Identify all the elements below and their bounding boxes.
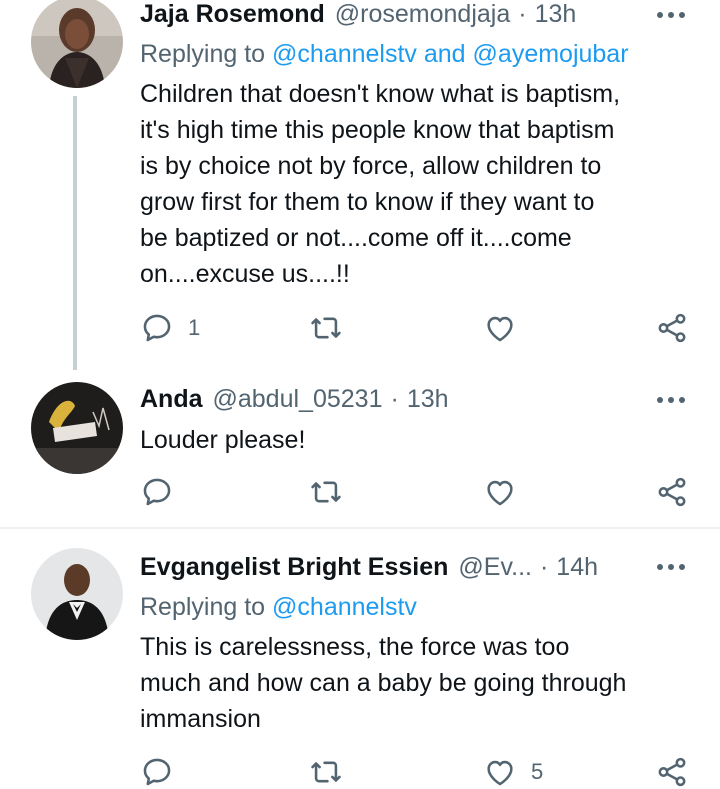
like-button[interactable]: 5 — [483, 755, 543, 789]
reply-icon — [143, 314, 171, 342]
separator: · — [518, 0, 527, 28]
tweet-text-line: grow first for them to know if they want… — [140, 188, 595, 216]
avatar[interactable] — [31, 382, 123, 474]
more-icon[interactable] — [654, 388, 688, 412]
replying-to: Replying to @channelstv — [140, 591, 417, 623]
tweet-text: Children that doesn't know what is bapti… — [140, 76, 700, 292]
author-handle[interactable]: @abdul_05231 — [213, 385, 383, 414]
like-button[interactable] — [483, 475, 531, 509]
reply-button[interactable] — [140, 755, 188, 789]
replying-to-label: Replying to — [140, 593, 273, 621]
replying-to: Replying to @channelstv and @ayemojubar — [140, 38, 629, 70]
reply-icon — [143, 478, 171, 506]
avatar[interactable] — [31, 548, 123, 640]
tweet-text-line: Children that doesn't know what is bapti… — [140, 80, 621, 108]
tweet-text-line: immansion — [140, 705, 261, 733]
retweet-icon — [311, 761, 341, 783]
separator: · — [390, 384, 399, 413]
avatar[interactable] — [31, 0, 123, 88]
tweet-text-line: is by choice not by force, allow childre… — [140, 152, 602, 180]
more-icon[interactable] — [654, 3, 688, 27]
tweet-bright-essien[interactable]: Evgangelist Bright Essien @Ev... · 14h R… — [0, 529, 720, 789]
tweet-text-line: Louder please! — [140, 426, 306, 454]
share-icon — [658, 757, 686, 787]
tweet-header: Anda @abdul_05231 · 13h — [140, 383, 449, 415]
tweet-jaja-rosemond[interactable]: Jaja Rosemond @rosemondjaja · 13h Replyi… — [0, 0, 720, 380]
more-icon[interactable] — [654, 555, 688, 579]
retweet-button[interactable] — [309, 755, 357, 789]
tweet-actions: 5 — [0, 755, 720, 789]
avatar-photo — [31, 0, 123, 88]
like-count: 5 — [531, 759, 544, 784]
tweet-header: Jaja Rosemond @rosemondjaja · 13h — [140, 0, 576, 30]
retweet-icon — [311, 317, 341, 339]
share-button[interactable] — [655, 755, 689, 789]
author-name[interactable]: Evgangelist Bright Essien — [140, 553, 448, 582]
share-button[interactable] — [655, 311, 689, 345]
heart-icon — [487, 316, 513, 342]
share-button[interactable] — [655, 475, 689, 509]
separator: · — [539, 552, 549, 581]
author-handle[interactable]: @rosemondjaja — [335, 0, 510, 29]
tweet-text-line: on....excuse us....!! — [140, 260, 350, 288]
reply-button[interactable]: 1 — [140, 311, 200, 345]
tweet-actions — [0, 475, 720, 511]
tweet-text-line: This is carelessness, the force was too — [140, 633, 570, 661]
tweet-header: Evgangelist Bright Essien @Ev... · 14h — [140, 551, 598, 583]
tweet-anda[interactable]: Anda @abdul_05231 · 13h Louder please! — [0, 380, 720, 528]
reply-icon — [143, 758, 171, 786]
reply-button[interactable] — [140, 475, 188, 509]
share-icon — [658, 313, 686, 343]
tweet-text: This is carelessness, the force was too … — [140, 629, 700, 737]
retweet-icon — [311, 481, 341, 503]
replying-to-mentions[interactable]: @channelstv — [272, 593, 417, 621]
like-button[interactable] — [483, 311, 531, 345]
avatar-photo — [31, 382, 123, 474]
tweet-text: Louder please! — [140, 422, 700, 458]
timestamp[interactable]: 13h — [407, 385, 449, 414]
author-name[interactable]: Anda — [140, 385, 203, 414]
heart-icon — [487, 480, 513, 506]
retweet-button[interactable] — [309, 311, 357, 345]
reply-count: 1 — [188, 315, 201, 340]
heart-icon — [487, 760, 513, 786]
replying-to-mentions[interactable]: @channelstv and @ayemojubar — [272, 40, 629, 68]
tweet-text-line: it's high time this people know that bap… — [140, 116, 615, 144]
tweet-text-line: much and how can a baby be going through — [140, 669, 627, 697]
tweet-actions: 1 — [0, 311, 720, 347]
avatar-photo — [31, 548, 123, 640]
author-name[interactable]: Jaja Rosemond — [140, 0, 325, 29]
tweet-text-line: be baptized or not....come off it....com… — [140, 224, 572, 252]
timestamp[interactable]: 13h — [535, 0, 577, 29]
retweet-button[interactable] — [309, 475, 357, 509]
share-icon — [658, 477, 686, 507]
author-handle[interactable]: @Ev... — [458, 553, 532, 582]
replying-to-label: Replying to — [140, 40, 273, 68]
timestamp[interactable]: 14h — [556, 553, 598, 582]
